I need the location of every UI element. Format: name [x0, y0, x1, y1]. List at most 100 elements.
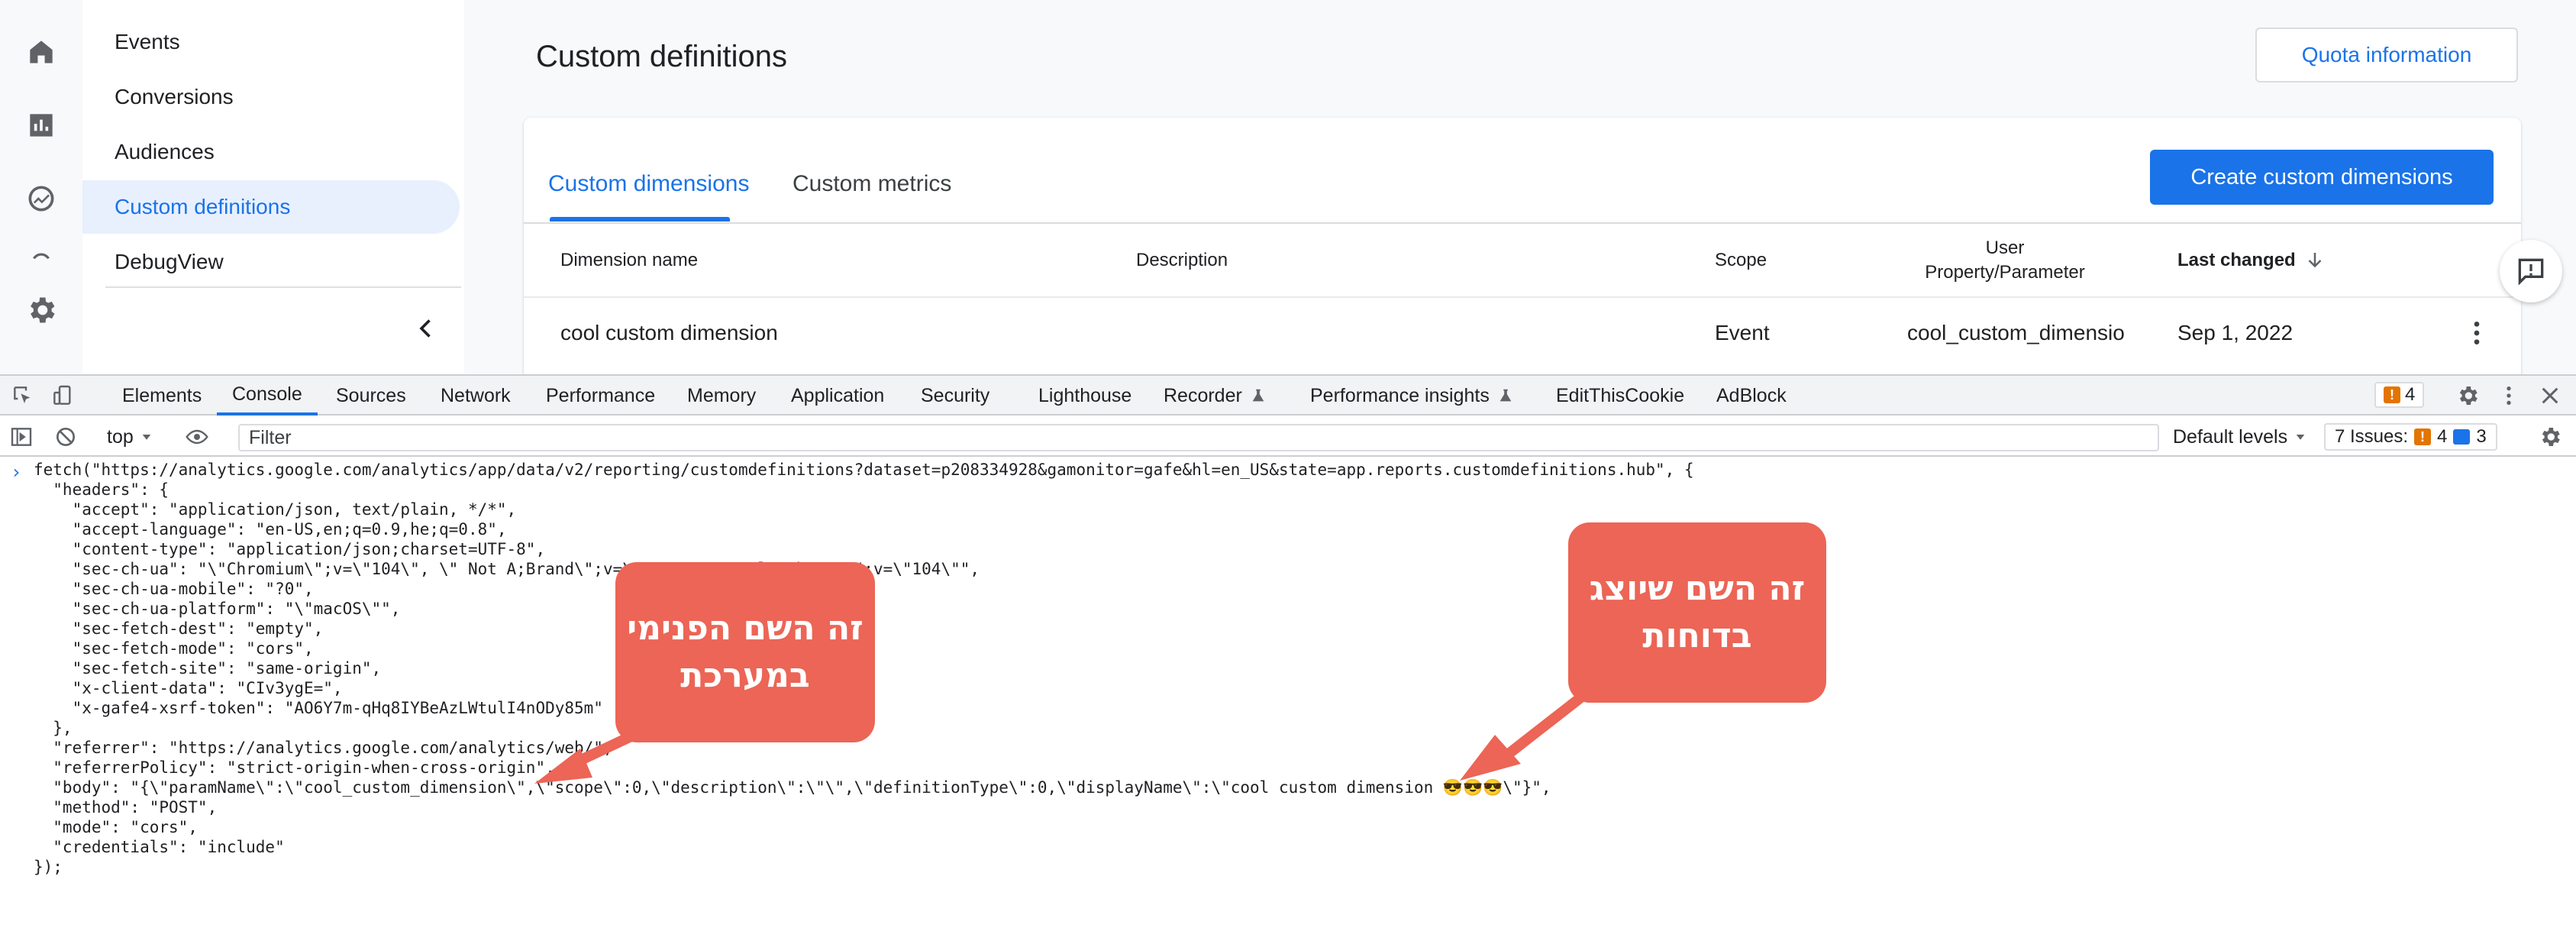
live-expression-eye-icon[interactable] — [183, 423, 211, 451]
admin-gear-icon[interactable] — [23, 292, 60, 328]
info-message-icon — [2453, 429, 2471, 445]
feedback-icon — [2518, 258, 2544, 286]
feedback-button[interactable] — [2500, 240, 2562, 302]
devtools-tab-network[interactable]: Network — [441, 376, 511, 416]
console-line: "accept": "application/json, text/plain,… — [34, 500, 517, 519]
collapse-nav-button[interactable] — [403, 309, 449, 348]
issues-info-count: 3 — [2476, 426, 2487, 447]
console-settings-gear-icon[interactable] — [2536, 423, 2564, 451]
devtools-tab-editthiscookie[interactable]: EditThisCookie — [1556, 376, 1684, 416]
nav-label: Events — [115, 30, 180, 53]
tab-label: Recorder — [1164, 384, 1242, 406]
tab-custom-metrics[interactable]: Custom metrics — [792, 171, 951, 223]
column-header-scope[interactable]: Scope — [1715, 225, 1767, 296]
callout-line: זה השם הפנימי — [627, 609, 864, 648]
create-custom-dimensions-button[interactable]: Create custom dimensions — [2150, 150, 2494, 205]
divider — [524, 222, 2521, 224]
nav-item-conversions[interactable]: Conversions — [82, 70, 460, 124]
column-header-user-property[interactable]: User Property/Parameter — [1890, 225, 2119, 296]
console-line: "referrer": "https://analytics.google.co… — [34, 739, 613, 757]
nav-item-events[interactable]: Events — [82, 15, 460, 69]
analytics-app: Events Conversions Audiences Custom defi… — [0, 0, 2576, 374]
advertising-icon[interactable] — [23, 237, 60, 273]
devtools-tab-application[interactable]: Application — [791, 376, 884, 416]
warning-icon: ! — [2414, 428, 2432, 445]
console-line: "content-type": "application/json;charse… — [34, 540, 546, 558]
devtools-tab-elements[interactable]: Elements — [122, 376, 202, 416]
clear-console-icon[interactable] — [52, 423, 79, 451]
levels-value: Default levels — [2173, 425, 2288, 448]
row-more-menu-button[interactable] — [2455, 312, 2498, 354]
nav-item-debugview[interactable]: DebugView — [82, 235, 460, 289]
devtools-tabbar: Elements Console Sources Network Perform… — [0, 376, 2576, 416]
devtools-tab-performance-insights[interactable]: Performance insights — [1310, 376, 1514, 416]
devtools-tab-console[interactable]: Console — [217, 376, 318, 416]
context-value: top — [107, 425, 134, 448]
column-header-dimension-name[interactable]: Dimension name — [560, 225, 698, 296]
issues-warn-count: 4 — [2437, 426, 2448, 447]
console-output[interactable]: › fetch("https://analytics.google.com/an… — [0, 460, 2576, 941]
device-toolbar-icon[interactable] — [49, 382, 76, 409]
console-line: fetch("https://analytics.google.com/anal… — [34, 461, 1694, 479]
triangle-down-icon — [2296, 435, 2305, 440]
more-vert-icon[interactable] — [2495, 382, 2523, 409]
warning-count: 4 — [2405, 384, 2416, 405]
console-line: "accept-language": "en-US,en;q=0.9,he;q=… — [34, 520, 507, 538]
console-filterbar: top Default levels 7 Issues: ! 4 3 — [0, 417, 2576, 457]
devtools-tab-adblock[interactable]: AdBlock — [1716, 376, 1787, 416]
active-tab-indicator — [550, 217, 730, 222]
inspect-element-icon[interactable] — [9, 382, 37, 409]
console-line: "sec-ch-ua-mobile": "?0", — [34, 580, 314, 598]
callout-line: בדוחות — [1642, 616, 1752, 655]
callout-text: זה השם שיוצג בדוחות — [1590, 565, 1806, 660]
explore-icon[interactable] — [23, 180, 60, 217]
log-levels-select[interactable]: Default levels — [2173, 417, 2307, 457]
nav-label: Audiences — [115, 140, 215, 163]
nav-label: Custom definitions — [115, 195, 291, 218]
definitions-card: Custom dimensions Custom metrics Create … — [524, 118, 2521, 374]
sidebar-toggle-icon[interactable] — [8, 423, 35, 451]
nav-label: DebugView — [115, 250, 224, 273]
warning-icon: ! — [2384, 386, 2400, 403]
nav-item-custom-definitions[interactable]: Custom definitions — [82, 180, 460, 234]
console-line: "x-gafe4-xsrf-token": "AO6Y7m-qHq8IYBeAz… — [34, 699, 603, 717]
context-select[interactable]: top — [107, 417, 153, 457]
quota-information-button[interactable]: Quota information — [2255, 27, 2518, 82]
warnings-badge[interactable]: ! 4 — [2374, 382, 2425, 408]
cell-dimension-name[interactable]: cool custom dimension — [560, 298, 778, 368]
callout-text: זה השם הפנימי במערכת — [627, 605, 864, 700]
devtools-tab-sources[interactable]: Sources — [336, 376, 406, 416]
nav-item-audiences[interactable]: Audiences — [82, 125, 460, 179]
header-line: Property/Parameter — [1925, 262, 2085, 283]
console-line: "x-client-data": "CIv3ygE=", — [34, 679, 343, 697]
column-header-description[interactable]: Description — [1136, 225, 1228, 296]
console-line: }); — [34, 858, 63, 876]
home-icon[interactable] — [23, 34, 60, 70]
issues-label: 7 Issues: — [2335, 426, 2409, 447]
property-sidenav: Events Conversions Audiences Custom defi… — [82, 0, 464, 374]
header-label: Last changed — [2177, 250, 2296, 270]
devtools-tab-memory[interactable]: Memory — [687, 376, 756, 416]
reports-icon[interactable] — [23, 107, 60, 144]
column-header-last-changed[interactable]: Last changed — [2177, 225, 2326, 296]
experimental-flask-icon — [1499, 389, 1512, 402]
settings-gear-icon[interactable] — [2454, 382, 2481, 409]
console-line: "sec-fetch-mode": "cors", — [34, 639, 314, 658]
console-line: "headers": { — [34, 480, 169, 499]
cell-scope: Event — [1715, 321, 1770, 344]
experimental-flask-icon — [1252, 389, 1264, 402]
left-rail — [0, 0, 82, 374]
devtools-tab-recorder[interactable]: Recorder — [1164, 376, 1267, 416]
issues-badge[interactable]: 7 Issues: ! 4 3 — [2324, 423, 2497, 451]
console-line: }, — [34, 719, 73, 737]
console-line: "method": "POST", — [34, 798, 218, 817]
devtools-tab-lighthouse[interactable]: Lighthouse — [1038, 376, 1131, 416]
tab-custom-dimensions[interactable]: Custom dimensions — [548, 171, 749, 223]
nav-divider — [105, 286, 461, 288]
cell-last-changed: Sep 1, 2022 — [2177, 321, 2294, 344]
devtools-tab-security[interactable]: Security — [921, 376, 989, 416]
devtools-tab-performance[interactable]: Performance — [546, 376, 655, 416]
devtools-panel: Elements Console Sources Network Perform… — [0, 374, 2576, 941]
close-icon[interactable] — [2536, 382, 2564, 409]
filter-input[interactable] — [238, 424, 2159, 451]
